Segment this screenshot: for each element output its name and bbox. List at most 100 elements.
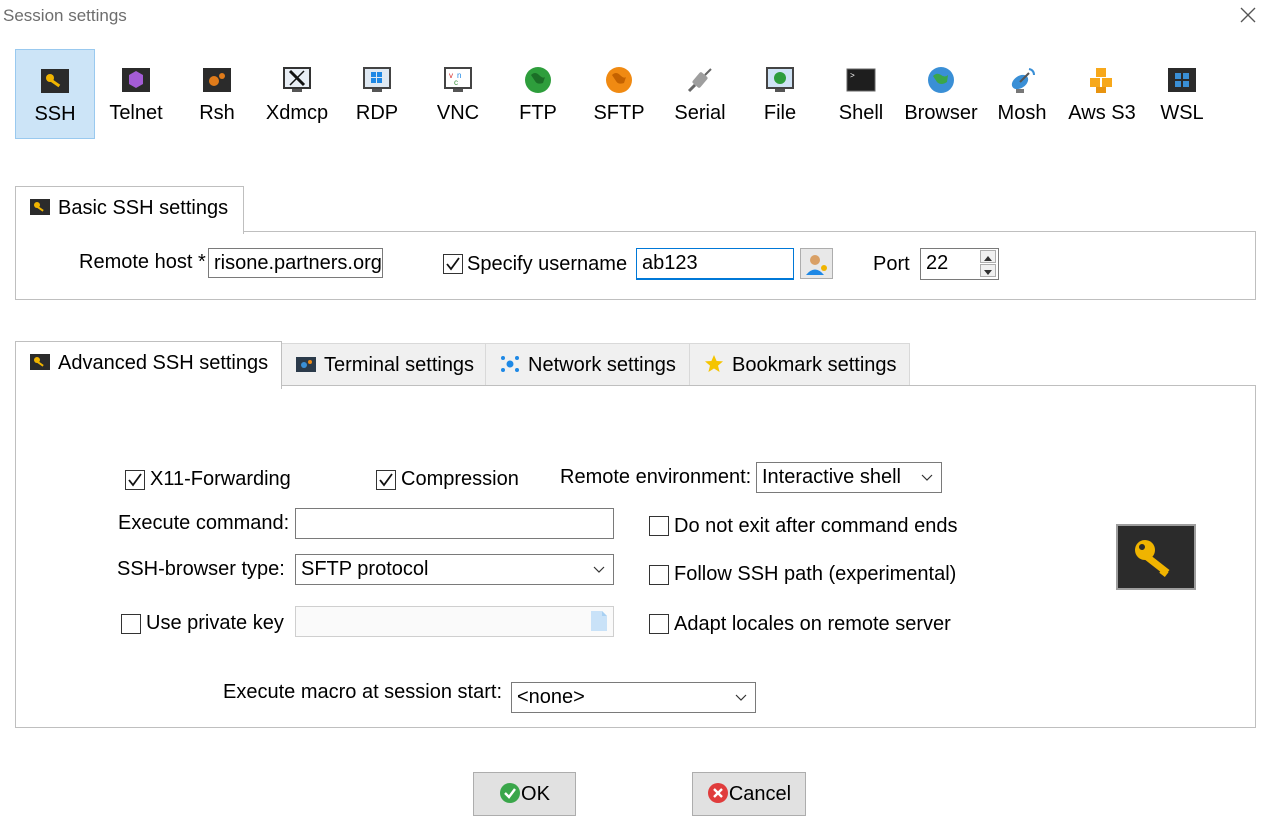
do-not-exit-label: Do not exit after command ends [674, 515, 958, 537]
ssh-browser-type-label: SSH-browser type: [117, 558, 285, 580]
execute-macro-select[interactable]: <none> [511, 682, 756, 713]
compression-checkbox[interactable] [376, 470, 396, 490]
session-type-rdp[interactable]: RDP [337, 49, 417, 139]
close-icon[interactable] [1238, 5, 1258, 25]
svg-text:>: > [850, 72, 855, 81]
session-type-ssh[interactable]: SSH [15, 49, 95, 139]
ssh-key-image [1116, 524, 1196, 590]
telnet-icon [122, 68, 150, 92]
session-type-label: Xdmcp [265, 102, 329, 124]
chevron-down-icon [593, 566, 605, 573]
compression-label: Compression [401, 468, 519, 490]
do-not-exit-checkbox[interactable] [649, 516, 669, 536]
session-type-label: Telnet [109, 102, 163, 124]
serial-plug-icon [687, 68, 712, 93]
port-decrement-button[interactable] [980, 264, 996, 277]
session-type-vnc[interactable]: v n c VNC [418, 49, 498, 139]
specify-username-label: Specify username [467, 253, 628, 275]
session-type-file[interactable]: File [740, 49, 820, 139]
session-type-rsh[interactable]: Rsh [177, 49, 257, 139]
specify-username-checkbox[interactable] [443, 254, 463, 274]
ssh-key-icon [41, 69, 69, 93]
user-picker-button[interactable] [800, 248, 833, 279]
svg-text:v: v [449, 71, 453, 80]
tab-label: Basic SSH settings [58, 197, 229, 219]
tab-bookmark-settings[interactable]: Bookmark settings [689, 343, 910, 387]
arrow-up-icon [984, 256, 992, 261]
session-type-mosh[interactable]: Mosh [982, 49, 1062, 139]
key-icon [30, 353, 50, 370]
remote-host-label: Remote host * [79, 251, 206, 273]
private-key-path-input[interactable] [295, 606, 614, 637]
xdmcp-icon [283, 67, 311, 92]
tab-basic-ssh-settings[interactable]: Basic SSH settings [15, 186, 244, 234]
adapt-locales-label: Adapt locales on remote server [674, 613, 951, 635]
tab-terminal-settings[interactable]: Terminal settings [281, 343, 486, 387]
session-type-label: SFTP [593, 102, 645, 124]
shell-terminal-icon: > [846, 68, 876, 92]
cancel-circle-icon [707, 782, 728, 803]
arrow-down-icon [984, 270, 992, 275]
sftp-globe-icon [606, 67, 632, 93]
session-type-label: Aws S3 [1068, 102, 1136, 124]
rdp-icon [363, 67, 391, 92]
session-type-label: File [763, 102, 797, 124]
session-type-aws-s3[interactable]: Aws S3 [1062, 49, 1142, 139]
session-type-telnet[interactable]: Telnet [96, 49, 176, 139]
ftp-globe-icon [525, 67, 551, 93]
session-type-serial[interactable]: Serial [660, 49, 740, 139]
browser-globe-icon [928, 67, 954, 93]
ok-button[interactable]: OK [473, 772, 576, 816]
tab-label: Network settings [528, 354, 676, 376]
x11-forwarding-label: X11-Forwarding [150, 468, 291, 490]
session-type-label: SSH [34, 103, 76, 125]
execute-macro-value: <none> [517, 686, 585, 708]
tab-label: Bookmark settings [732, 354, 897, 376]
execute-command-label: Execute command: [118, 512, 290, 534]
execute-command-input[interactable] [295, 508, 614, 539]
use-private-key-label: Use private key [146, 612, 284, 634]
tab-network-settings[interactable]: Network settings [485, 343, 690, 387]
port-increment-button[interactable] [980, 250, 996, 263]
wsl-windows-icon [1168, 68, 1196, 92]
session-type-label: RDP [355, 102, 399, 124]
follow-ssh-path-checkbox[interactable] [649, 565, 669, 585]
chevron-down-icon [735, 694, 747, 701]
remote-environment-label: Remote environment: [560, 466, 752, 488]
session-type-sftp[interactable]: SFTP [579, 49, 659, 139]
session-type-browser[interactable]: Browser [901, 49, 981, 139]
session-type-label: Browser [904, 102, 978, 124]
terminal-settings-icon [296, 356, 316, 372]
session-type-label: WSL [1160, 102, 1204, 124]
tab-advanced-ssh-settings[interactable]: Advanced SSH settings [15, 341, 282, 389]
chevron-down-icon [921, 474, 933, 481]
use-private-key-checkbox[interactable] [121, 614, 141, 634]
execute-macro-label: Execute macro at session start: [223, 681, 503, 703]
session-type-label: FTP [519, 102, 557, 124]
adapt-locales-checkbox[interactable] [649, 614, 669, 634]
aws-s3-icon [1090, 68, 1112, 93]
x11-forwarding-checkbox[interactable] [125, 470, 145, 490]
remote-environment-value: Interactive shell [762, 466, 901, 488]
remote-environment-select[interactable]: Interactive shell [756, 462, 942, 493]
session-type-ftp[interactable]: FTP [498, 49, 578, 139]
port-label: Port [873, 253, 910, 275]
advanced-settings-panel [15, 385, 1256, 728]
session-type-label: VNC [436, 102, 480, 124]
vnc-icon: v n c [444, 67, 472, 92]
session-type-label: Mosh [997, 102, 1047, 124]
username-input[interactable]: ab123 [636, 248, 794, 280]
ssh-browser-type-select[interactable]: SFTP protocol [295, 554, 614, 585]
svg-text:c: c [454, 78, 458, 87]
session-type-label: Shell [838, 102, 884, 124]
session-type-shell[interactable]: > Shell [821, 49, 901, 139]
session-type-label: Serial [674, 102, 726, 124]
checkmark-icon [379, 473, 393, 487]
session-type-wsl[interactable]: WSL [1142, 49, 1222, 139]
cancel-button[interactable]: Cancel [692, 772, 806, 816]
session-type-xdmcp[interactable]: Xdmcp [257, 49, 337, 139]
remote-host-input[interactable]: risone.partners.org [208, 248, 383, 278]
file-icon [591, 611, 607, 631]
user-icon [806, 255, 827, 275]
cancel-button-label: Cancel [728, 783, 792, 805]
